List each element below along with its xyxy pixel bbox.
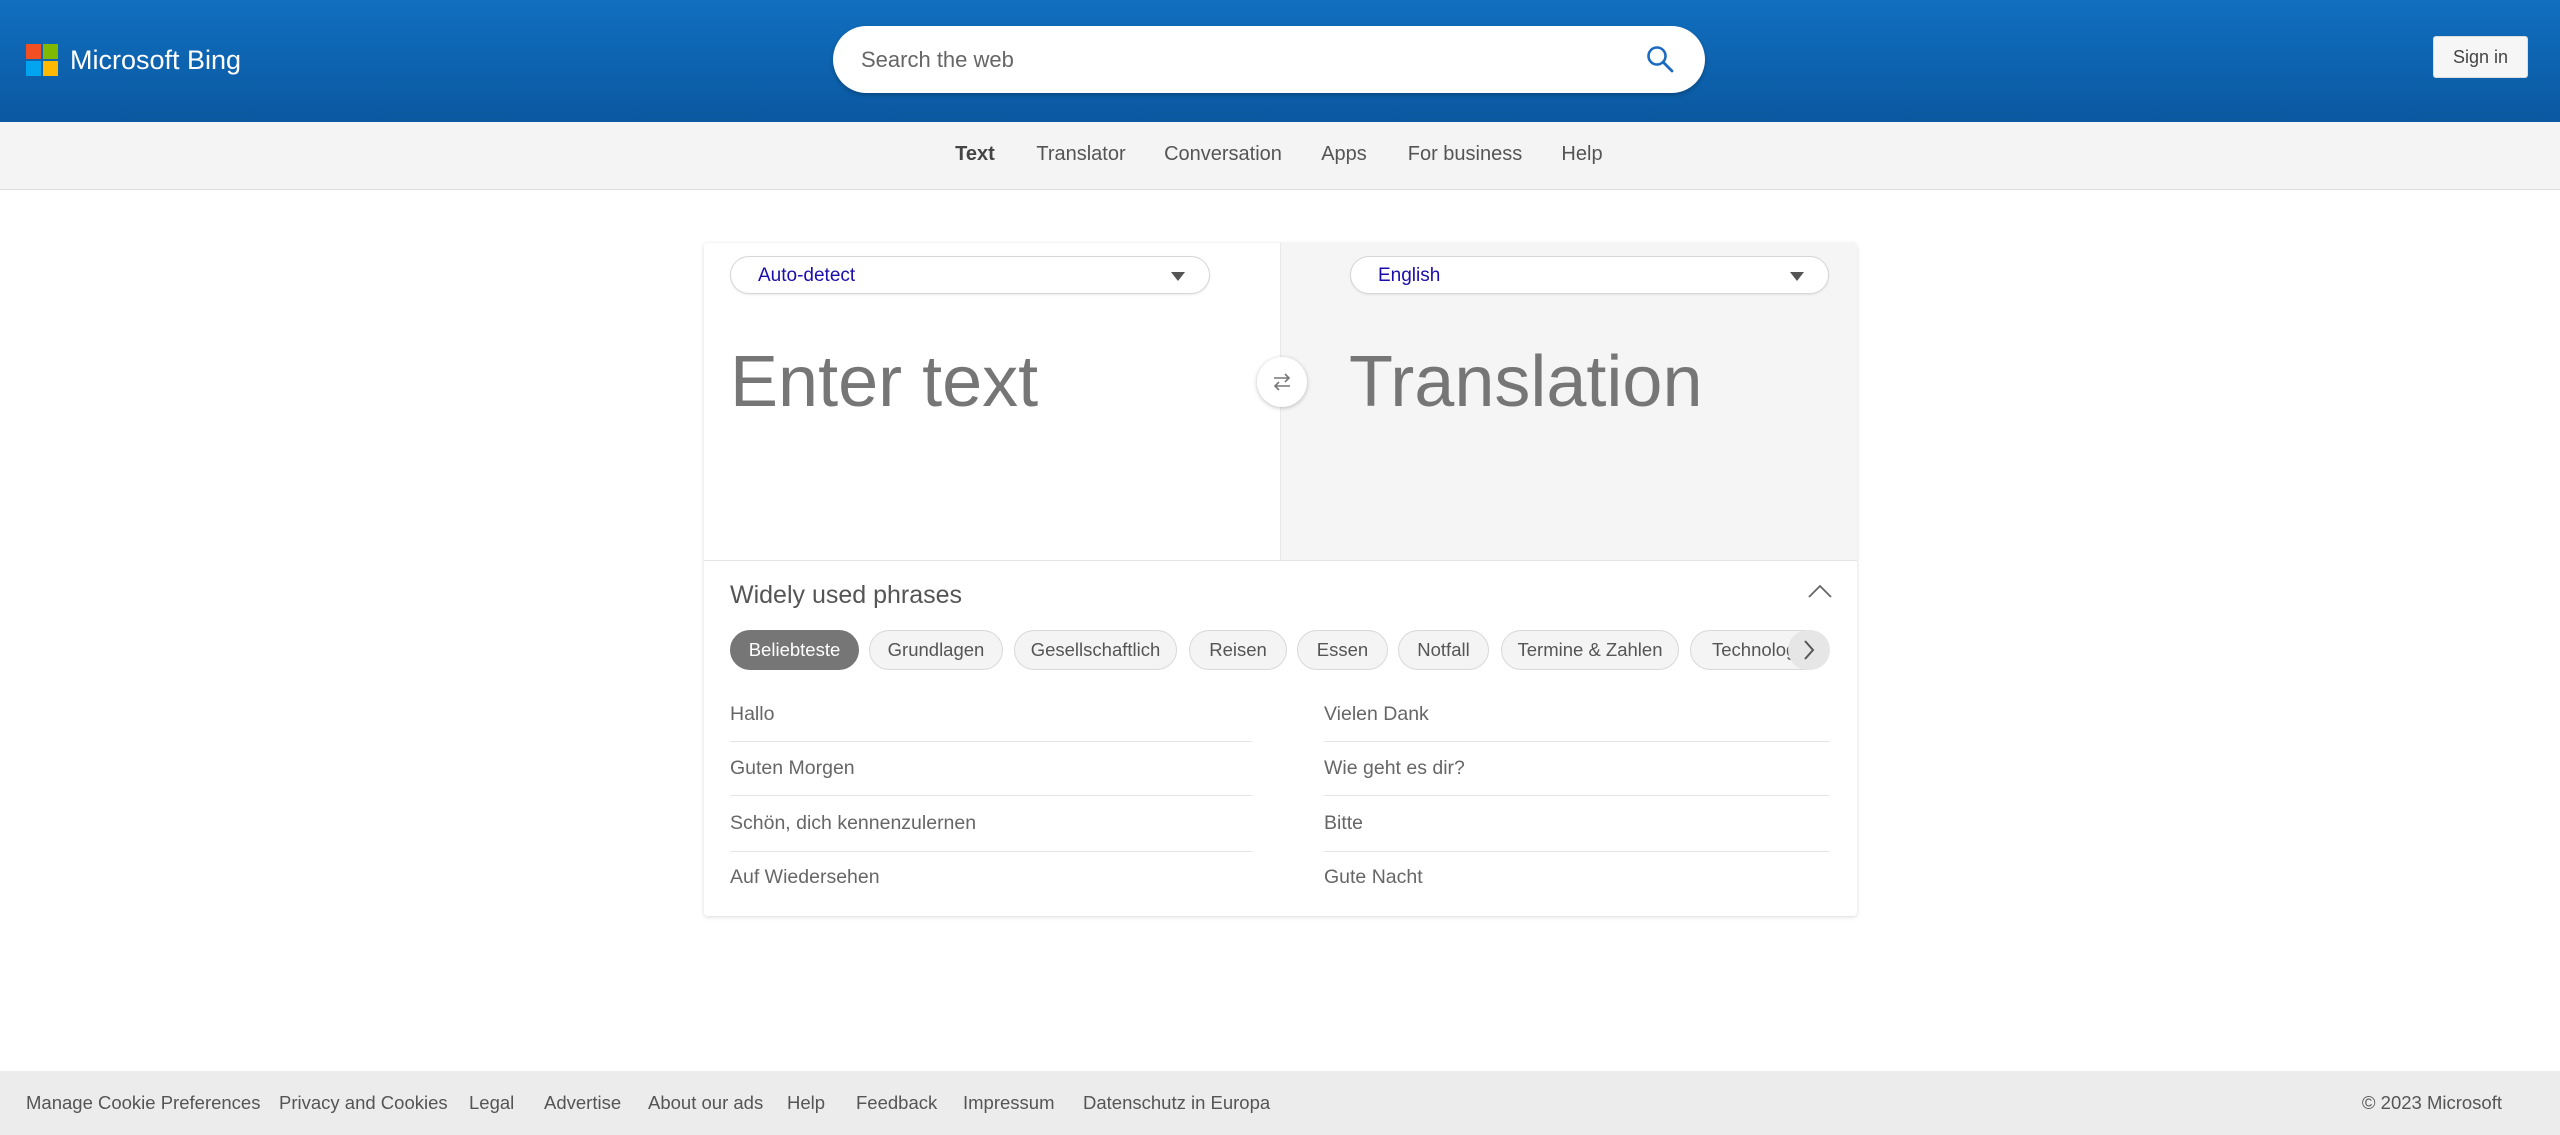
- header-bar: Microsoft Bing Search the web Sign in: [0, 0, 2560, 122]
- caret-down-icon: [1790, 272, 1804, 281]
- search-placeholder: Search the web: [861, 47, 1014, 72]
- nav-help[interactable]: Help: [1561, 143, 1602, 166]
- category-chip[interactable]: Notfall: [1398, 630, 1489, 670]
- nav-translator[interactable]: Translator: [1036, 143, 1125, 166]
- footer-link[interactable]: Legal: [469, 1092, 514, 1114]
- nav-conversation[interactable]: Conversation: [1164, 143, 1282, 166]
- category-chip[interactable]: Essen: [1297, 630, 1388, 670]
- phrases-title: Widely used phrases: [730, 581, 963, 609]
- swap-icon: [1273, 373, 1291, 391]
- phrase-item[interactable]: Schön, dich kennenzulernen: [730, 812, 976, 835]
- category-chip[interactable]: Beliebteste: [730, 630, 859, 670]
- sign-in-button[interactable]: Sign in: [2433, 36, 2528, 78]
- footer-link[interactable]: Feedback: [856, 1092, 937, 1114]
- category-chip[interactable]: Grundlagen: [869, 630, 1003, 670]
- footer-link[interactable]: Impressum: [963, 1092, 1055, 1114]
- divider: [730, 741, 1252, 742]
- source-language-value: Auto-detect: [758, 265, 856, 286]
- phrase-item[interactable]: Vielen Dank: [1324, 703, 1429, 726]
- category-chip[interactable]: Gesellschaftlich: [1014, 630, 1177, 670]
- phrase-item[interactable]: Gute Nacht: [1324, 866, 1423, 889]
- divider: [1324, 851, 1829, 852]
- chevron-up-icon[interactable]: [1807, 583, 1833, 599]
- source-language-select[interactable]: Auto-detect: [730, 256, 1210, 294]
- copyright: © 2023 Microsoft: [2361, 1092, 2502, 1113]
- footer-link[interactable]: Advertise: [544, 1092, 621, 1114]
- translation-output: Translation: [1349, 342, 1703, 422]
- phrase-item[interactable]: Auf Wiedersehen: [730, 866, 880, 889]
- category-chip[interactable]: Reisen: [1189, 630, 1287, 670]
- chevron-right-icon: [1804, 640, 1815, 660]
- search-input[interactable]: Search the web: [833, 26, 1705, 93]
- microsoft-logo-icon: [26, 44, 58, 76]
- brand-name: Microsoft Bing: [70, 44, 242, 75]
- nav-for-business[interactable]: For business: [1408, 143, 1523, 166]
- swap-languages-button[interactable]: [1257, 357, 1307, 407]
- next-categories-button[interactable]: [1788, 630, 1830, 670]
- caret-down-icon: [1171, 272, 1185, 281]
- category-chip[interactable]: Termine & Zahlen: [1501, 630, 1679, 670]
- translator-card: Auto-detect English Enter text Translati…: [704, 243, 1857, 916]
- footer-link[interactable]: Help: [787, 1092, 825, 1114]
- target-language-select[interactable]: English: [1350, 256, 1829, 294]
- nav-apps[interactable]: Apps: [1321, 143, 1367, 166]
- footer-link[interactable]: Privacy and Cookies: [279, 1092, 448, 1114]
- footer-link[interactable]: Datenschutz in Europa: [1083, 1092, 1270, 1114]
- divider: [704, 560, 1857, 561]
- source-text-input[interactable]: Enter text: [730, 341, 1038, 423]
- divider: [1324, 741, 1829, 742]
- phrase-item[interactable]: Bitte: [1324, 812, 1363, 835]
- footer-link[interactable]: Manage Cookie Preferences: [26, 1092, 260, 1114]
- phrase-item[interactable]: Hallo: [730, 703, 774, 726]
- nav-text[interactable]: Text: [955, 143, 995, 166]
- phrase-item[interactable]: Wie geht es dir?: [1324, 757, 1465, 780]
- footer-link[interactable]: About our ads: [648, 1092, 763, 1114]
- translator-nav: Text Translator Conversation Apps For bu…: [0, 122, 2560, 190]
- divider: [1324, 795, 1829, 796]
- bing-logo[interactable]: Microsoft Bing: [26, 44, 241, 76]
- target-language-value: English: [1378, 265, 1441, 286]
- footer: Manage Cookie Preferences Privacy and Co…: [0, 1071, 2560, 1135]
- phrase-item[interactable]: Guten Morgen: [730, 757, 855, 780]
- search-icon[interactable]: [1645, 44, 1675, 74]
- divider: [730, 795, 1252, 796]
- divider: [730, 851, 1252, 852]
